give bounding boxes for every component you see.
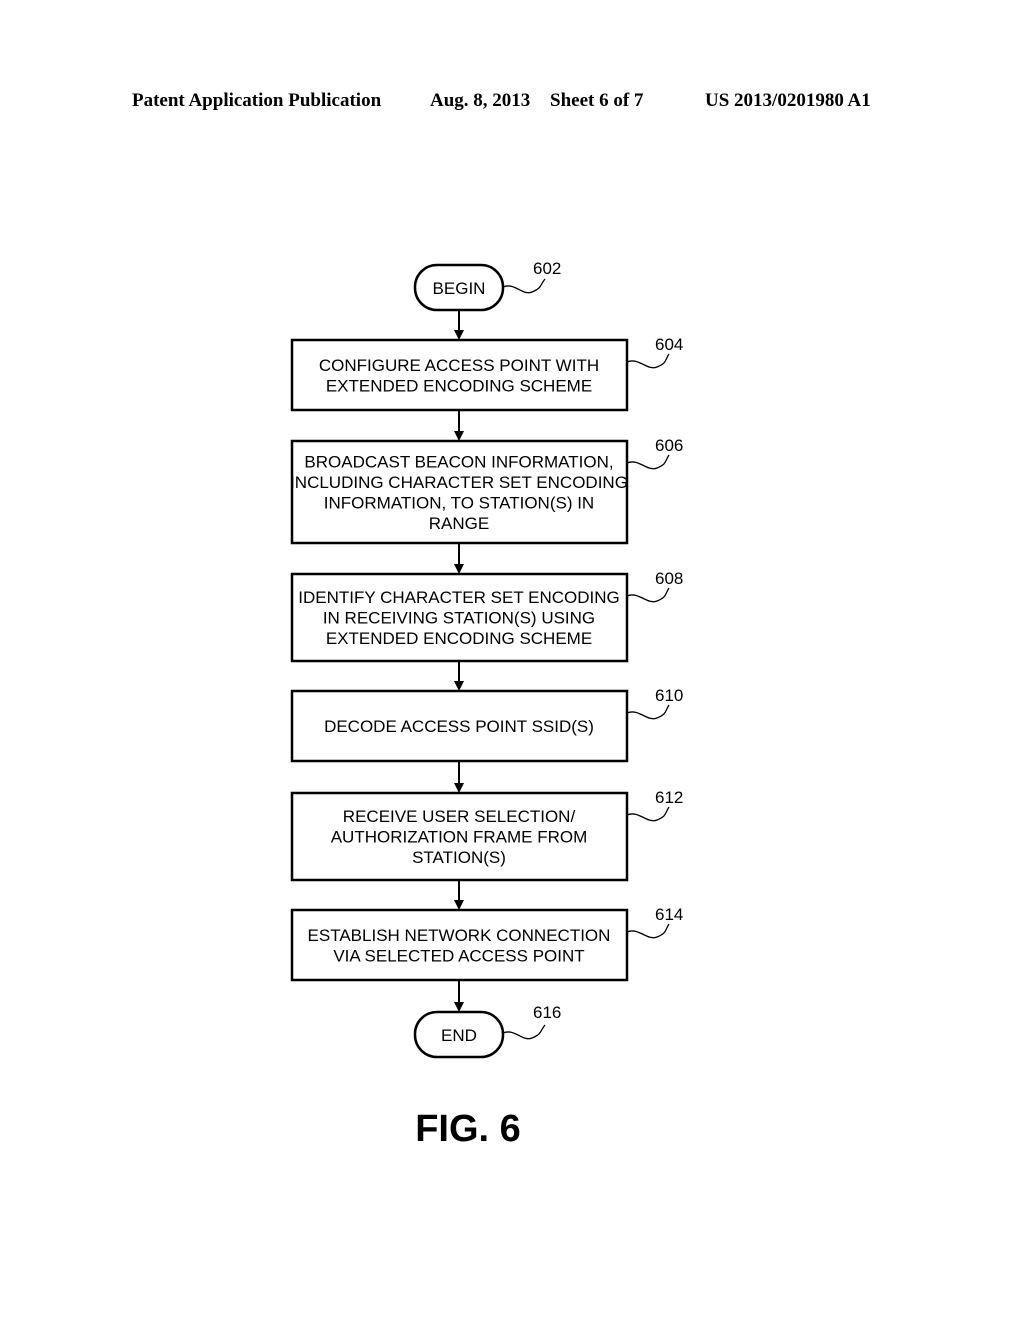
step-ref-number: 610	[655, 686, 683, 705]
step-ref-number: 604	[655, 335, 683, 354]
step-ref-leader	[626, 353, 670, 369]
flowchart-diagram: BEGIN 602 CONFIGURE ACCESS POINT WITHEXT…	[290, 259, 683, 1150]
arrowhead-icon	[454, 564, 464, 574]
step-text-line: AUTHORIZATION FRAME FROM	[331, 828, 588, 847]
process-step-612: RECEIVE USER SELECTION/AUTHORIZATION FRA…	[290, 788, 683, 882]
step-ref-number: 614	[655, 905, 683, 924]
process-box	[290, 338, 629, 412]
process-step-610: DECODE ACCESS POINT SSID(S) 610	[290, 686, 683, 763]
step-ref-number: 606	[655, 436, 683, 455]
step-text-line: STATION(S)	[412, 848, 506, 867]
figure-label: FIG. 6	[415, 1108, 521, 1150]
step-ref-leader	[626, 704, 670, 720]
step-text-line: DECODE ACCESS POINT SSID(S)	[324, 717, 594, 736]
step-ref-leader	[626, 587, 670, 603]
process-step-604: CONFIGURE ACCESS POINT WITHEXTENDED ENCO…	[290, 335, 683, 412]
step-text-line: INCLUDING CHARACTER SET ENCODING	[290, 473, 628, 492]
step-ref-leader	[626, 923, 670, 939]
step-ref-leader	[626, 806, 670, 822]
step-ref-number: 608	[655, 569, 683, 588]
process-step-608: IDENTIFY CHARACTER SET ENCODING IN RECEIV…	[290, 569, 683, 663]
step-text-line: RANGE	[429, 514, 489, 533]
arrowhead-icon	[454, 431, 464, 441]
process-box	[290, 908, 629, 982]
arrowhead-icon	[454, 900, 464, 910]
end-label: END	[441, 1026, 477, 1045]
step-ref-number: 612	[655, 788, 683, 807]
step-text-line: RECEIVE USER SELECTION/	[343, 807, 576, 826]
process-steps: CONFIGURE ACCESS POINT WITHEXTENDED ENCO…	[290, 335, 683, 982]
end-terminal: END 616	[413, 1003, 561, 1059]
step-text-line: EXTENDED ENCODING SCHEME	[326, 629, 592, 648]
step-text-line: INFORMATION, TO STATION(S) IN	[324, 493, 594, 512]
begin-ref-leader	[502, 278, 546, 294]
end-ref-leader	[502, 1024, 546, 1040]
arrowhead-icon	[454, 330, 464, 340]
arrowhead-icon	[454, 783, 464, 793]
step-text-line: VIA SELECTED ACCESS POINT	[333, 946, 584, 965]
process-step-606: BROADCAST BEACON INFORMATION, INCLUDING C…	[290, 436, 683, 545]
end-ref-number: 616	[533, 1003, 561, 1022]
process-step-614: ESTABLISH NETWORK CONNECTIONVIA SELECTED…	[290, 905, 683, 982]
step-text-line: EXTENDED ENCODING SCHEME	[326, 376, 592, 395]
step-text-line: IN RECEIVING STATION(S) USING	[323, 609, 595, 628]
step-ref-leader	[626, 454, 670, 470]
arrowhead-icon	[454, 1002, 464, 1012]
step-text-line: BROADCAST BEACON INFORMATION,	[304, 452, 613, 471]
begin-label: BEGIN	[433, 279, 486, 298]
begin-ref-number: 602	[533, 259, 561, 278]
arrowhead-icon	[454, 681, 464, 691]
step-text-line: CONFIGURE ACCESS POINT WITH	[319, 356, 599, 375]
step-text-line: ESTABLISH NETWORK CONNECTION	[308, 926, 611, 945]
begin-terminal: BEGIN 602	[413, 259, 561, 312]
step-text-line: IDENTIFY CHARACTER SET ENCODING	[298, 588, 619, 607]
